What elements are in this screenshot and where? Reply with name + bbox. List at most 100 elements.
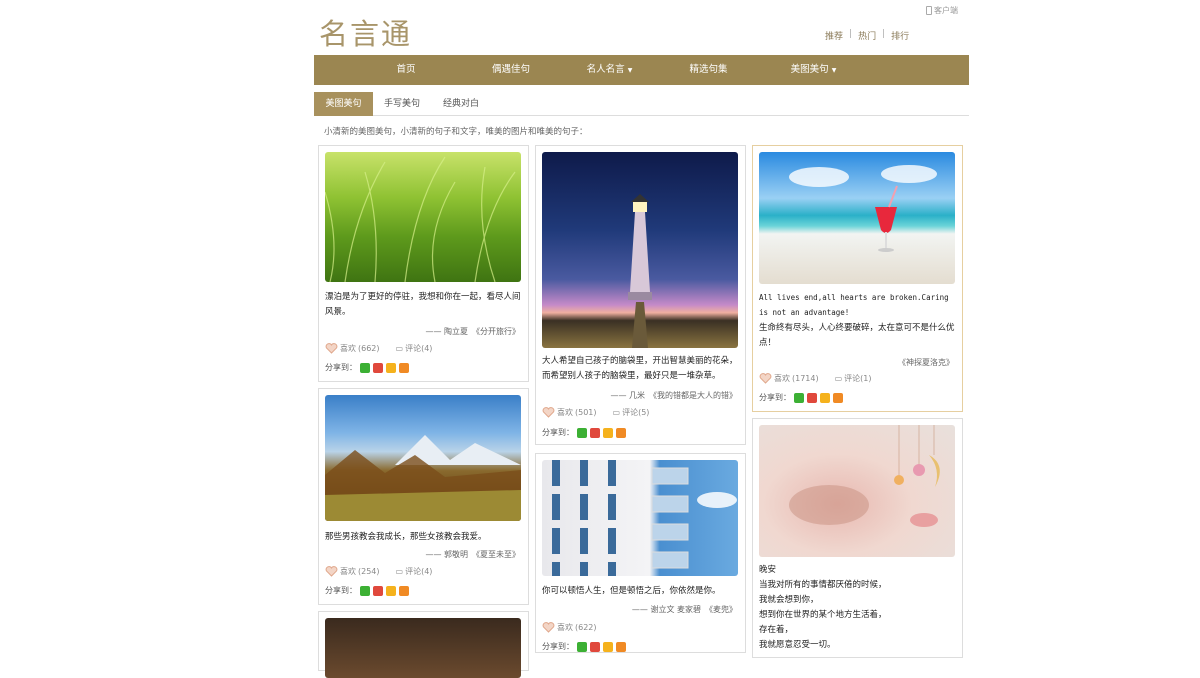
- main-nav: 首页 偶遇佳句 名人名言 ▼ 精选句集 美图美句 ▼: [314, 55, 969, 85]
- nav-famous[interactable]: 名人名言 ▼: [582, 55, 637, 85]
- separator: |: [882, 29, 886, 39]
- quote-text: 生命终有尽头，人心终要破碎，太在意可不是什么优点！: [759, 323, 955, 348]
- nav-collection[interactable]: 精选句集: [686, 55, 731, 85]
- wechat-icon[interactable]: [360, 362, 370, 373]
- quote-text: 那些男孩教会我成长，那些女孩教会我爱。: [325, 532, 487, 542]
- grass-image[interactable]: [325, 152, 521, 282]
- lighthouse-shape: [628, 194, 652, 348]
- weibo-icon[interactable]: [373, 362, 383, 373]
- quote-text-en: All lives end,all hearts are broken.Cari…: [759, 293, 949, 317]
- goodnight-poem: 晚安 当我对所有的事情都厌倦的时候， 我就会想到你， 想到你在世界的某个地方生活…: [759, 563, 959, 653]
- like-button[interactable]: 喜欢 (501): [542, 407, 597, 418]
- nav-home[interactable]: 首页: [386, 55, 426, 85]
- card-meta: 喜欢 (1714) ▭ 评论(1): [759, 373, 872, 384]
- drink-shape: [789, 165, 937, 252]
- quote-text: 你可以顿悟人生，但是顿悟之后，你依然是你。: [542, 586, 721, 596]
- quote-source[interactable]: —— 几米 《我的错都是大人的错》: [610, 390, 737, 401]
- poem-line: 存在着，: [759, 625, 794, 635]
- share-bar: 分享到：: [542, 427, 626, 438]
- wechat-icon[interactable]: [577, 641, 587, 652]
- link-hot[interactable]: 热门: [858, 29, 876, 42]
- weibo-icon[interactable]: [807, 392, 817, 403]
- quote-card: 那些男孩教会我成长，那些女孩教会我爱。 —— 郭敬明 《夏至未至》 喜欢 (254…: [318, 388, 529, 605]
- like-button[interactable]: 喜欢 (1714): [759, 373, 819, 384]
- wechat-icon[interactable]: [577, 427, 587, 438]
- comment-icon: ▭: [834, 374, 843, 383]
- goodnight-image[interactable]: [759, 425, 955, 557]
- dropdown-arrow-icon: ▼: [831, 67, 837, 74]
- quote-card: 漂泊是为了更好的停驻，我想和你在一起，看尽人间风景。 —— 陶立夏 《分开旅行》…: [318, 145, 529, 382]
- comment-button[interactable]: ▭ 评论(4): [396, 343, 433, 354]
- quote-source[interactable]: —— 陶立夏 《分开旅行》: [425, 326, 520, 337]
- like-button[interactable]: 喜欢 (662): [325, 343, 380, 354]
- heart-icon: [759, 373, 772, 384]
- link-recommend[interactable]: 推荐: [825, 29, 843, 42]
- card-meta: 喜欢 (254) ▭ 评论(4): [325, 566, 432, 577]
- building-image[interactable]: [542, 460, 738, 576]
- mountain-shapes: [325, 435, 521, 521]
- qzone-icon[interactable]: [820, 392, 830, 403]
- weibo-icon[interactable]: [590, 641, 600, 652]
- comment-button[interactable]: ▭ 评论(5): [613, 407, 650, 418]
- email-icon[interactable]: [399, 585, 409, 596]
- email-icon[interactable]: [833, 392, 843, 403]
- wechat-icon[interactable]: [794, 392, 804, 403]
- client-label: 客户端: [934, 6, 958, 15]
- weibo-icon[interactable]: [373, 585, 383, 596]
- share-bar: 分享到：: [759, 392, 843, 403]
- poem-line: 当我对所有的事情都厌倦的时候，: [759, 580, 887, 590]
- share-bar: 分享到：: [325, 585, 409, 596]
- qzone-icon[interactable]: [603, 641, 613, 652]
- hanging-ornaments: [789, 425, 940, 527]
- site-logo[interactable]: 名言通: [319, 11, 412, 53]
- page: 名言通 客户端 推荐 | 热门 | 排行 首页 偶遇佳句 名人名言 ▼ 精选句集 美图…: [314, 0, 969, 678]
- quote-card: [318, 611, 529, 678]
- share-bar: 分享到：: [325, 362, 409, 373]
- quote-card: 晚安 当我对所有的事情都厌倦的时候， 我就会想到你， 想到你在世界的某个地方生活…: [752, 418, 963, 658]
- autumn-mountain-image[interactable]: [325, 395, 521, 521]
- qzone-icon[interactable]: [603, 427, 613, 438]
- phone-icon: [926, 6, 932, 15]
- link-ranking[interactable]: 排行: [891, 29, 909, 42]
- email-icon[interactable]: [616, 641, 626, 652]
- quote-card: All lives end,all hearts are broken.Cari…: [752, 145, 963, 412]
- dark-image[interactable]: [325, 618, 521, 678]
- qzone-icon[interactable]: [386, 585, 396, 596]
- nav-encounter[interactable]: 偶遇佳句: [486, 55, 536, 85]
- heart-icon: [542, 622, 555, 633]
- qzone-icon[interactable]: [386, 362, 396, 373]
- dropdown-arrow-icon: ▼: [627, 67, 633, 74]
- separator: |: [849, 29, 853, 39]
- weibo-icon[interactable]: [590, 427, 600, 438]
- quote-text: 漂泊是为了更好的停驻，我想和你在一起，看尽人间风景。: [325, 292, 521, 317]
- beach-drink-image[interactable]: [759, 152, 955, 284]
- client-link[interactable]: 客户端: [926, 5, 958, 16]
- building-windows: [552, 460, 737, 576]
- tab-picture[interactable]: 美图美句: [314, 92, 373, 116]
- tab-handwritten[interactable]: 手写美句: [378, 92, 426, 116]
- quote-source[interactable]: —— 郭敬明 《夏至未至》: [425, 549, 520, 560]
- card-meta: 喜欢 (662) ▭ 评论(4): [325, 343, 432, 354]
- email-icon[interactable]: [399, 362, 409, 373]
- comment-button[interactable]: ▭ 评论(1): [835, 373, 872, 384]
- comment-icon: ▭: [395, 567, 404, 576]
- like-button[interactable]: 喜欢 (254): [325, 566, 380, 577]
- grass-blades: [325, 156, 516, 282]
- quote-card: 你可以顿悟人生，但是顿悟之后，你依然是你。 —— 谢立文 麦家碧 《麦兜》 喜欢…: [535, 453, 746, 653]
- tab-dialogue[interactable]: 经典对白: [436, 92, 486, 116]
- heart-icon: [325, 343, 338, 354]
- quote-source[interactable]: 《神探夏洛克》: [898, 357, 954, 368]
- tab-bar: 美图美句 手写美句 经典对白: [314, 92, 969, 116]
- quote-text: 大人希望自己孩子的脑袋里，开出智慧美丽的花朵，而希望别人孩子的脑袋里，最好只是一…: [542, 356, 738, 381]
- card-meta: 喜欢 (501) ▭ 评论(5): [542, 407, 649, 418]
- quote-card: 大人希望自己孩子的脑袋里，开出智慧美丽的花朵，而希望别人孩子的脑袋里，最好只是一…: [535, 145, 746, 445]
- wechat-icon[interactable]: [360, 585, 370, 596]
- comment-icon: ▭: [612, 408, 621, 417]
- like-button[interactable]: 喜欢 (622): [542, 622, 597, 633]
- quote-source[interactable]: —— 谢立文 麦家碧 《麦兜》: [632, 604, 737, 615]
- nav-picture-quotes[interactable]: 美图美句 ▼: [786, 55, 841, 85]
- poem-line: 我就会想到你，: [759, 595, 819, 605]
- comment-button[interactable]: ▭ 评论(4): [396, 566, 433, 577]
- email-icon[interactable]: [616, 427, 626, 438]
- lighthouse-image[interactable]: [542, 152, 738, 348]
